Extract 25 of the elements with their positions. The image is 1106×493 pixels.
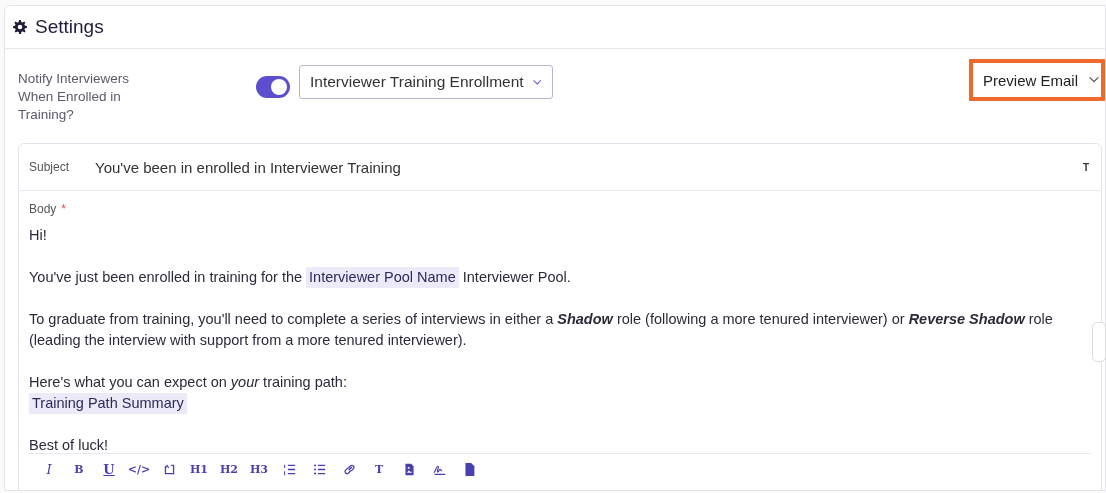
format-button[interactable]: </> xyxy=(124,459,154,479)
setting-label: Notify Interviewers When Enrolled in Training? xyxy=(18,70,131,124)
format-button[interactable]: H2 xyxy=(214,459,244,479)
format-button[interactable]: H3 xyxy=(244,459,274,479)
subject-label: Subject xyxy=(29,160,71,174)
format-button[interactable]: I xyxy=(34,459,64,479)
template-dropdown[interactable]: Interviewer Training Enrollment xyxy=(299,65,553,99)
format-button[interactable]: T xyxy=(364,459,394,479)
format-button[interactable]: B xyxy=(64,459,94,479)
body-text: Here's what you can expect on your training path: xyxy=(29,373,347,392)
preview-email-dropdown[interactable]: Preview Email xyxy=(969,59,1105,101)
template-variable[interactable]: Interviewer Pool Name xyxy=(306,267,459,288)
body-text: Best of luck! xyxy=(29,436,108,455)
format-button[interactable]: U xyxy=(94,459,124,479)
body-text: Hi! xyxy=(29,226,47,245)
template-variable[interactable]: Training Path Summary xyxy=(29,393,187,414)
format-button[interactable]: H1 xyxy=(184,459,214,479)
section-title: Settings xyxy=(35,16,104,38)
format-button[interactable]: T xyxy=(1082,161,1089,173)
subject-field[interactable]: You've been in enrolled in Interviewer Training xyxy=(95,158,1083,176)
required-mark: * xyxy=(61,202,67,216)
body-text: Interviewer Pool. xyxy=(462,268,571,287)
body-text: You've just been enrolled in training for the xyxy=(29,268,303,287)
body-label: Body xyxy=(29,202,57,216)
body-text: To graduate from training, you'll need to complete a series of interviews in either a Shadow role (following a more tenured interviewer) or Reverse Shadow role (leading the interview with support from a more tenured interviewer). xyxy=(29,310,1054,350)
